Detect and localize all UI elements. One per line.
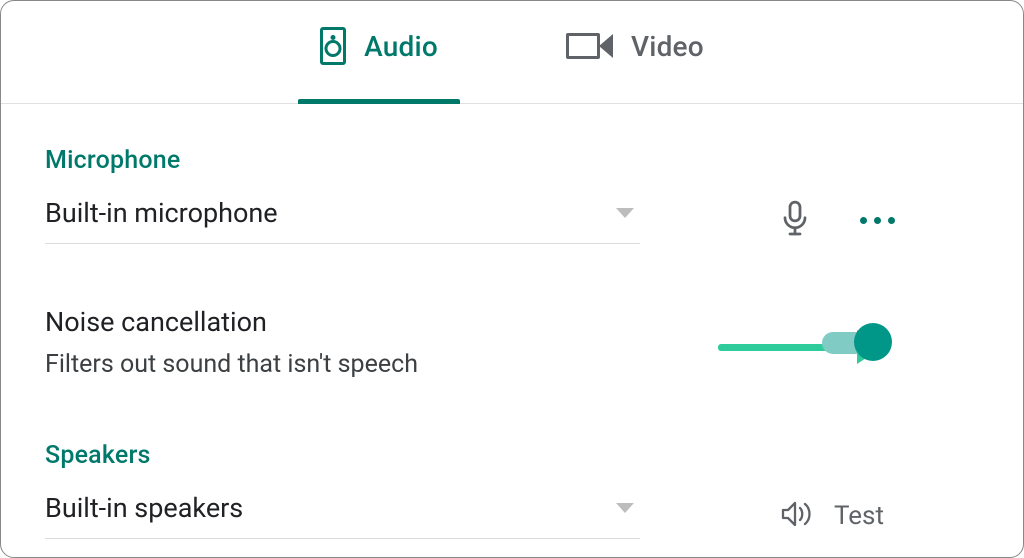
speakers-value: Built-in speakers (45, 492, 243, 524)
noise-cancellation-toggle[interactable] (822, 332, 884, 354)
microphone-select[interactable]: Built-in microphone (45, 197, 640, 244)
test-label: Test (834, 501, 884, 531)
tab-video-label: Video (631, 30, 704, 63)
mic-icon[interactable] (780, 200, 810, 242)
settings-tabs: Audio Video (1, 1, 1023, 104)
tab-audio[interactable]: Audio (316, 27, 442, 85)
speaker-icon (320, 27, 346, 65)
microphone-value: Built-in microphone (45, 197, 278, 229)
chevron-down-icon (616, 503, 634, 513)
microphone-heading: Microphone (45, 146, 979, 175)
speakers-select[interactable]: Built-in speakers (45, 492, 640, 539)
volume-icon (780, 499, 814, 533)
video-icon (566, 33, 613, 59)
noise-title: Noise cancellation (45, 306, 418, 338)
noise-desc: Filters out sound that isn't speech (45, 350, 418, 379)
more-icon[interactable] (860, 217, 895, 224)
test-speakers-button[interactable]: Test (780, 499, 884, 533)
toggle-knob (854, 323, 892, 361)
chevron-down-icon (616, 208, 634, 218)
speakers-heading: Speakers (45, 441, 979, 470)
tab-video[interactable]: Video (562, 30, 708, 83)
tab-audio-label: Audio (364, 30, 438, 63)
noise-cancellation-text: Noise cancellation Filters out sound tha… (45, 306, 418, 379)
